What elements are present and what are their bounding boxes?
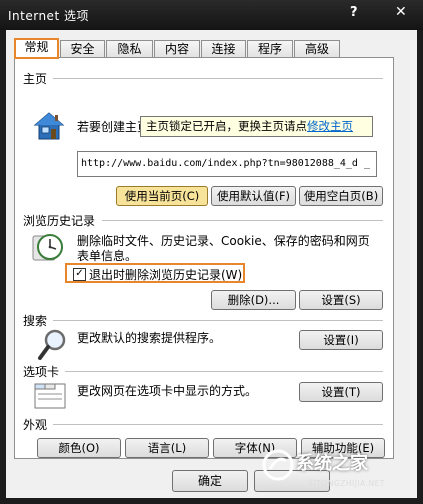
appearance-separator xyxy=(53,424,383,425)
use-blank-button[interactable]: 使用空白页(B) xyxy=(299,186,383,206)
home-icon xyxy=(33,110,65,145)
modify-home-link[interactable]: 修改主页 xyxy=(307,119,353,133)
tab-privacy[interactable]: 隐私 xyxy=(106,40,153,58)
tab-programs[interactable]: 程序 xyxy=(247,40,293,58)
home-lock-tooltip: 主页锁定已开启，更换主页请点修改主页 xyxy=(140,116,373,137)
tab-security[interactable]: 安全 xyxy=(60,40,105,58)
tabs-settings-button[interactable]: 设置(T) xyxy=(299,382,383,402)
magnifier-icon xyxy=(37,328,69,367)
delete-history-button[interactable]: 删除(D)... xyxy=(211,290,296,310)
appearance-group-title: 外观 xyxy=(23,418,48,432)
languages-button[interactable]: 语言(L) xyxy=(125,438,209,458)
history-settings-button[interactable]: 设置(S) xyxy=(299,290,383,310)
tab-general[interactable]: 常规 xyxy=(14,38,59,59)
delete-on-exit-row[interactable]: ✓ 退出时删除浏览历史记录(W) xyxy=(65,263,245,283)
close-button[interactable]: ✕ xyxy=(395,4,407,20)
tabs-description: 更改网页在选项卡中显示的方式。 xyxy=(77,384,258,398)
dialog-client: 常规 安全 隐私 内容 连接 程序 高级 主页 若要创建主页 主页锁定已开启，更… xyxy=(6,30,417,498)
use-current-button[interactable]: 使用当前页(C) xyxy=(116,186,208,206)
window-title: Internet 选项 xyxy=(8,9,89,23)
clock-icon xyxy=(31,230,65,267)
home-separator xyxy=(53,78,383,79)
tab-connections[interactable]: 连接 xyxy=(201,40,246,58)
watermark-subtext: XITONGZHIJIA.NET xyxy=(308,479,385,488)
search-separator xyxy=(53,320,383,321)
search-description: 更改默认的搜索提供程序。 xyxy=(77,331,222,345)
tabs-group-title: 选项卡 xyxy=(23,365,60,379)
home-group-title: 主页 xyxy=(23,72,48,86)
use-default-button[interactable]: 使用默认值(F) xyxy=(211,186,296,206)
search-group-title: 搜索 xyxy=(23,314,48,328)
help-button[interactable]: ? xyxy=(350,5,358,20)
history-separator xyxy=(102,220,383,221)
history-description: 删除临时文件、历史记录、Cookie、保存的密码和网页表单信息。 xyxy=(77,234,370,263)
history-group-title: 浏览历史记录 xyxy=(23,214,96,228)
tabs-separator xyxy=(65,371,383,372)
site-watermark: 系统之家 XITONGZHIJIA.NET xyxy=(258,447,418,499)
colors-button[interactable]: 颜色(O) xyxy=(37,438,121,458)
delete-on-exit-checkbox[interactable]: ✓ xyxy=(73,268,86,281)
title-bar: Internet 选项 ? ✕ xyxy=(0,0,423,30)
tooltip-text: 主页锁定已开启，更换主页请点 xyxy=(146,119,307,133)
home-url-field[interactable]: http://www.baidu.com/index.php?tn=980120… xyxy=(77,151,377,177)
tabs-icon xyxy=(33,380,67,413)
delete-on-exit-label: 退出时删除浏览历史记录(W) xyxy=(89,268,243,282)
ok-button[interactable]: 确定 xyxy=(172,470,248,492)
search-settings-button[interactable]: 设置(I) xyxy=(299,330,383,350)
watermark-text: 系统之家 xyxy=(296,453,368,474)
home-description: 若要创建主页 xyxy=(77,120,150,134)
tab-content[interactable]: 内容 xyxy=(154,40,200,58)
watermark-logo-icon xyxy=(262,449,294,481)
tab-advanced[interactable]: 高级 xyxy=(294,40,340,58)
tab-panel-general: 主页 若要创建主页 主页锁定已开启，更换主页请点修改主页 http://www.… xyxy=(14,57,394,459)
